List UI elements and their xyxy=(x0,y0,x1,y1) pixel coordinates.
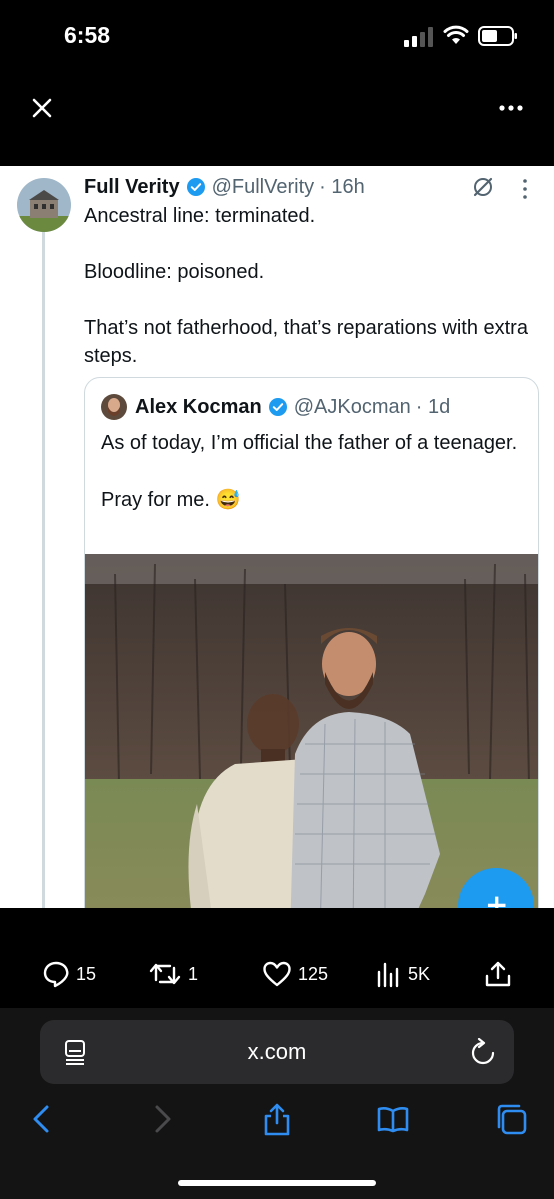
author-row: Full Verity @FullVerity · 16h xyxy=(84,174,365,200)
plus-icon: + xyxy=(485,888,509,908)
more-icon[interactable] xyxy=(496,98,526,118)
back-icon[interactable] xyxy=(26,1102,60,1136)
quote-handle: @AJKocman xyxy=(293,395,411,418)
grok-icon[interactable] xyxy=(470,174,496,200)
tweet-line: That’s not fatherhood, that’s reparation… xyxy=(84,317,528,367)
quote-display-name: Alex Kocman xyxy=(135,395,262,418)
url-text: x.com xyxy=(247,1039,307,1064)
quote-line: As of today, I’m official the father of … xyxy=(101,432,518,454)
timestamp: · 16h xyxy=(319,175,365,198)
share-icon xyxy=(485,961,511,987)
handle[interactable]: @FullVerity xyxy=(212,176,315,199)
status-time: 6:58 xyxy=(64,22,111,48)
tweet-menu-icon[interactable] xyxy=(520,178,530,200)
tweet-line: Bloodline: poisoned. xyxy=(84,261,265,283)
repost-icon xyxy=(149,963,181,985)
wifi-icon xyxy=(443,25,469,44)
home-indicator xyxy=(178,1180,376,1186)
thread-line xyxy=(42,232,45,908)
tweet-text: Ancestral line: terminated. Bloodline: p… xyxy=(84,202,544,370)
close-icon[interactable] xyxy=(28,94,56,122)
views-icon xyxy=(377,962,399,988)
forward-icon[interactable] xyxy=(144,1102,178,1136)
repost-button[interactable]: 1 xyxy=(148,960,198,988)
bookmarks-icon[interactable] xyxy=(376,1102,410,1136)
reload-icon[interactable] xyxy=(470,1038,496,1066)
tweet-line: Ancestral line: terminated. xyxy=(84,205,316,227)
quote-line: Pray for me. 😅 xyxy=(101,489,241,511)
avatar[interactable] xyxy=(17,178,71,232)
quote-photo[interactable] xyxy=(85,554,539,908)
like-count: 125 xyxy=(298,963,329,984)
views-button[interactable]: 5K xyxy=(376,960,430,988)
repost-count: 1 xyxy=(188,963,199,984)
reply-button[interactable]: 15 xyxy=(42,960,96,988)
share-page-icon[interactable] xyxy=(260,1102,294,1136)
quote-avatar xyxy=(101,394,127,420)
address-bar[interactable]: x.com xyxy=(40,1020,514,1084)
display-name[interactable]: Full Verity xyxy=(84,176,180,199)
top-nav xyxy=(0,70,554,166)
verified-icon xyxy=(268,398,287,416)
tweet-detail: Full Verity @FullVerity · 16h Ancestral … xyxy=(0,166,554,908)
reply-count: 15 xyxy=(76,963,97,984)
reply-icon xyxy=(43,961,69,988)
tabs-icon[interactable] xyxy=(494,1102,528,1136)
quote-timestamp: · 1d xyxy=(415,395,451,418)
views-count: 5K xyxy=(408,963,431,984)
like-button[interactable]: 125 xyxy=(262,960,328,988)
cellular-signal-icon xyxy=(404,27,433,47)
browser-toolbar: x.com xyxy=(0,1008,554,1199)
quoted-tweet[interactable]: Alex Kocman @AJKocman · 1d As of today, … xyxy=(84,377,539,908)
quote-author-row: Alex Kocman @AJKocman · 1d xyxy=(135,394,450,420)
tweet-actions: 15 1 125 5K xyxy=(0,908,554,1008)
share-button[interactable] xyxy=(484,960,518,988)
battery-icon xyxy=(478,26,517,46)
status-bar: 6:58 xyxy=(0,0,554,70)
quote-text: As of today, I’m official the father of … xyxy=(101,429,521,515)
like-icon xyxy=(263,961,291,987)
verified-icon xyxy=(186,178,205,196)
